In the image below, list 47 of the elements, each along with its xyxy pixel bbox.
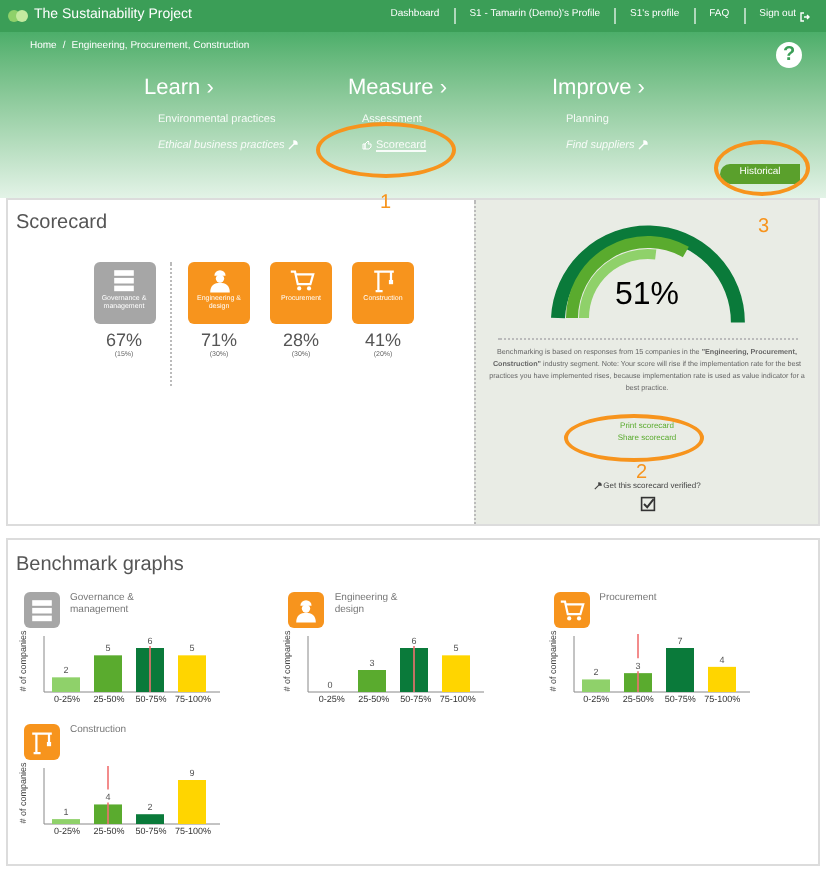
bar	[52, 819, 80, 824]
category-icon	[110, 266, 138, 294]
gauge-value: 51%	[615, 278, 680, 314]
highlight-ellipse	[316, 122, 456, 178]
annotation-number: 1	[380, 194, 392, 214]
wrench-icon	[638, 140, 649, 151]
menu-heading[interactable]: Improve ›	[552, 75, 756, 101]
highlight-ellipse	[564, 414, 704, 462]
annotation-number: 2	[636, 464, 648, 484]
sign-out-icon	[800, 11, 810, 21]
bar	[136, 814, 164, 824]
logo-icon	[8, 10, 28, 22]
score-value: 41%	[364, 330, 401, 350]
category-icon	[287, 266, 315, 294]
score-marker	[413, 645, 416, 693]
annotation-number: 3	[758, 218, 770, 238]
wrench-icon	[288, 140, 299, 151]
category-icon	[369, 266, 397, 294]
menu-heading[interactable]: Measure ›	[348, 75, 552, 101]
highlight-ellipse	[714, 140, 810, 196]
bar	[400, 648, 429, 692]
category-icon	[205, 266, 233, 294]
score-marker	[636, 633, 639, 693]
bar	[358, 670, 387, 692]
bar	[665, 648, 694, 692]
wrench-icon	[593, 482, 602, 490]
bar	[178, 780, 206, 824]
score-value: 67%	[105, 330, 142, 350]
help-button[interactable]: ?	[776, 42, 802, 68]
bar	[94, 655, 122, 692]
score-marker	[107, 765, 109, 825]
menu-heading[interactable]: Learn ›	[144, 75, 348, 101]
thumbs-up-icon	[362, 140, 372, 151]
score-marker	[149, 645, 151, 693]
bar	[581, 679, 610, 692]
bar	[442, 655, 471, 692]
score-value: 71%	[200, 330, 237, 350]
panel-title: Benchmark graphs	[14, 552, 184, 580]
bar	[94, 804, 122, 824]
bar	[707, 666, 736, 692]
bar	[623, 673, 652, 692]
score-value: 28%	[282, 330, 319, 350]
verified-checkbox[interactable]	[639, 496, 655, 512]
panel-title: Scorecard	[14, 210, 108, 238]
bar	[178, 655, 206, 692]
bar	[52, 677, 80, 692]
bar	[136, 648, 164, 692]
